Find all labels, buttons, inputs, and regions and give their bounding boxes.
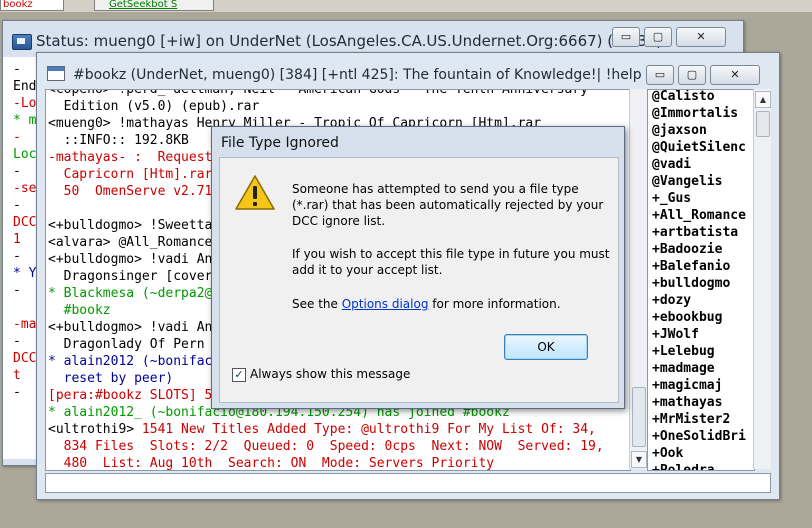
chat-line: <+bulldogmo> !SweettartS: [48, 218, 236, 233]
nick-list-item[interactable]: +magicmaj: [652, 377, 722, 394]
nick-list-item[interactable]: +Poledra: [652, 462, 715, 470]
chat-nick: <ultrothi9>: [48, 422, 142, 437]
nick-list-item[interactable]: +Lelebug: [652, 343, 715, 360]
channel-titlebar[interactable]: #bookz (UnderNet, mueng0) [384] [+ntl 42…: [37, 53, 779, 85]
chat-line: 480 List: Aug 10th Search: ON Mode: Serv…: [48, 456, 495, 471]
status-line: * Y: [13, 266, 37, 281]
close-button[interactable]: ✕: [710, 65, 760, 85]
minimize-button[interactable]: ▭: [646, 65, 674, 85]
scroll-up-icon[interactable]: ▲: [755, 91, 771, 108]
chat-message: 1541 New Titles Added Type: @ultrothi9 F…: [141, 422, 596, 437]
status-window-title: Status: mueng0 [+iw] on UnderNet (LosAng…: [36, 32, 663, 50]
nick-list-item[interactable]: +bulldogmo: [652, 275, 730, 292]
maximize-button[interactable]: ▢: [644, 27, 672, 47]
status-line: t: [13, 368, 21, 383]
nick-list-item[interactable]: +madmage: [652, 360, 715, 377]
nick-list-item[interactable]: +_Gus: [652, 190, 691, 207]
nick-scrollbar-thumb[interactable]: [756, 111, 770, 137]
dialog-see-options-line: See the Options dialog for more informat…: [292, 296, 561, 312]
see-prefix: See the: [292, 297, 342, 311]
status-line: -: [13, 334, 21, 349]
taskbar-tab-bookz[interactable]: bookz: [0, 0, 64, 11]
see-suffix: for more information.: [428, 297, 561, 311]
status-line: * m: [13, 113, 37, 128]
channel-window-icon: [47, 66, 65, 81]
nick-list-item[interactable]: +ebookbug: [652, 309, 722, 326]
nick-list-item[interactable]: @vadi: [652, 156, 691, 173]
status-titlebar[interactable]: Status: mueng0 [+iw] on UnderNet (LosAng…: [3, 21, 743, 51]
nick-list-item[interactable]: @QuietSilenc: [652, 139, 746, 156]
status-line: -: [13, 130, 21, 145]
nick-list-item[interactable]: @Immortalis: [652, 105, 738, 122]
status-line: -ma: [13, 317, 37, 332]
nick-list-item[interactable]: +All_Romance: [652, 207, 746, 224]
nick-list-item[interactable]: +Ook: [652, 445, 683, 462]
nick-list-item[interactable]: @jaxson: [652, 122, 707, 139]
status-line: Loc: [13, 147, 37, 162]
taskbar-tab-getseekbot[interactable]: GetSeekbot S: [94, 0, 214, 11]
dialog-body: Someone has attempted to send you a file…: [219, 157, 619, 403]
status-line: -se: [13, 181, 37, 196]
dialog-message-line: DCC ignore list.: [292, 214, 386, 228]
nick-list-item[interactable]: @Calisto: [652, 90, 715, 105]
taskbar: bookz GetSeekbot S: [0, 0, 812, 12]
nick-list-item[interactable]: @Vangelis: [652, 173, 722, 190]
status-line: -: [13, 62, 21, 77]
ok-button[interactable]: OK: [504, 334, 588, 360]
dialog-message-line: If you wish to accept this file type in …: [292, 247, 610, 261]
chat-line: <alvara> @All_Romance: [48, 235, 213, 250]
maximize-button[interactable]: ▢: [678, 65, 706, 85]
always-show-checkbox[interactable]: ✓: [232, 368, 246, 382]
nick-list-item[interactable]: +JWolf: [652, 326, 699, 343]
chat-line: <copeno> !perd_ deltman, Neil - American…: [48, 89, 589, 97]
nick-list-item[interactable]: +dozy: [652, 292, 691, 309]
dialog-title: File Type Ignored: [221, 135, 339, 151]
status-line: 1: [13, 232, 21, 247]
chat-scrollbar-thumb[interactable]: [632, 387, 646, 447]
nick-list-scrollbar[interactable]: ▲: [753, 89, 771, 469]
chat-line: ::INFO:: 192.8KB: [48, 133, 189, 148]
status-line: -Lo: [13, 96, 37, 111]
dialog-message-line: add it to your accept list.: [292, 263, 443, 277]
chat-line: 834 Files Slots: 2/2 Queued: 0 Speed: 0c…: [48, 439, 604, 454]
status-line: -: [13, 283, 21, 298]
file-type-ignored-dialog: File Type Ignored Someone has attempted …: [211, 126, 625, 409]
dialog-message-line: (*.rar) that has been automatically reje…: [292, 198, 604, 212]
nick-list-item[interactable]: +Badoozie: [652, 241, 722, 258]
minimize-button[interactable]: ▭: [612, 27, 640, 47]
nick-list-item[interactable]: +artbatista: [652, 224, 738, 241]
status-line: DCC: [13, 215, 37, 230]
warning-icon: [235, 175, 275, 210]
chat-line: #bookz: [48, 303, 111, 318]
status-line: -: [13, 198, 21, 213]
options-dialog-link[interactable]: Options dialog: [342, 297, 429, 311]
status-window-icon: [12, 34, 32, 50]
nick-list-item[interactable]: +OneSolidBri: [652, 428, 746, 445]
chat-line: Dragonlady Of Pern: [48, 337, 205, 352]
chat-line: reset by peer): [48, 371, 174, 386]
status-line: -: [13, 164, 21, 179]
nick-list-item[interactable]: +Balefanio: [652, 258, 730, 275]
status-line: -: [13, 249, 21, 264]
status-line: -: [13, 385, 21, 400]
chat-line: Edition (v5.0) (epub).rar: [48, 99, 260, 114]
nick-list-item[interactable]: +mathayas: [652, 394, 722, 411]
dialog-message-line: Someone has attempted to send you a file…: [292, 182, 579, 196]
always-show-checkbox-label[interactable]: Always show this message: [250, 367, 410, 381]
message-input[interactable]: [45, 473, 771, 493]
status-line: DCC: [13, 351, 37, 366]
nick-list[interactable]: @Calisto @Immortalis @jaxson @QuietSilenc @v…: [647, 89, 755, 471]
channel-window-title: #bookz (UnderNet, mueng0) [384] [+ntl 42…: [73, 67, 643, 83]
nick-list-item[interactable]: +MrMister2: [652, 411, 730, 428]
status-line: End: [13, 79, 37, 94]
chat-line: 50 OmenServe v2.71: [48, 184, 213, 199]
chat-scrollbar[interactable]: ▼: [629, 89, 647, 469]
scroll-down-icon[interactable]: ▼: [631, 451, 647, 468]
close-button[interactable]: ✕: [676, 27, 726, 47]
chat-line: <ultrothi9> 1541 New Titles Added Type: …: [48, 421, 596, 438]
chat-line: [pera:#bookz SLOTS] 5: [48, 388, 213, 403]
